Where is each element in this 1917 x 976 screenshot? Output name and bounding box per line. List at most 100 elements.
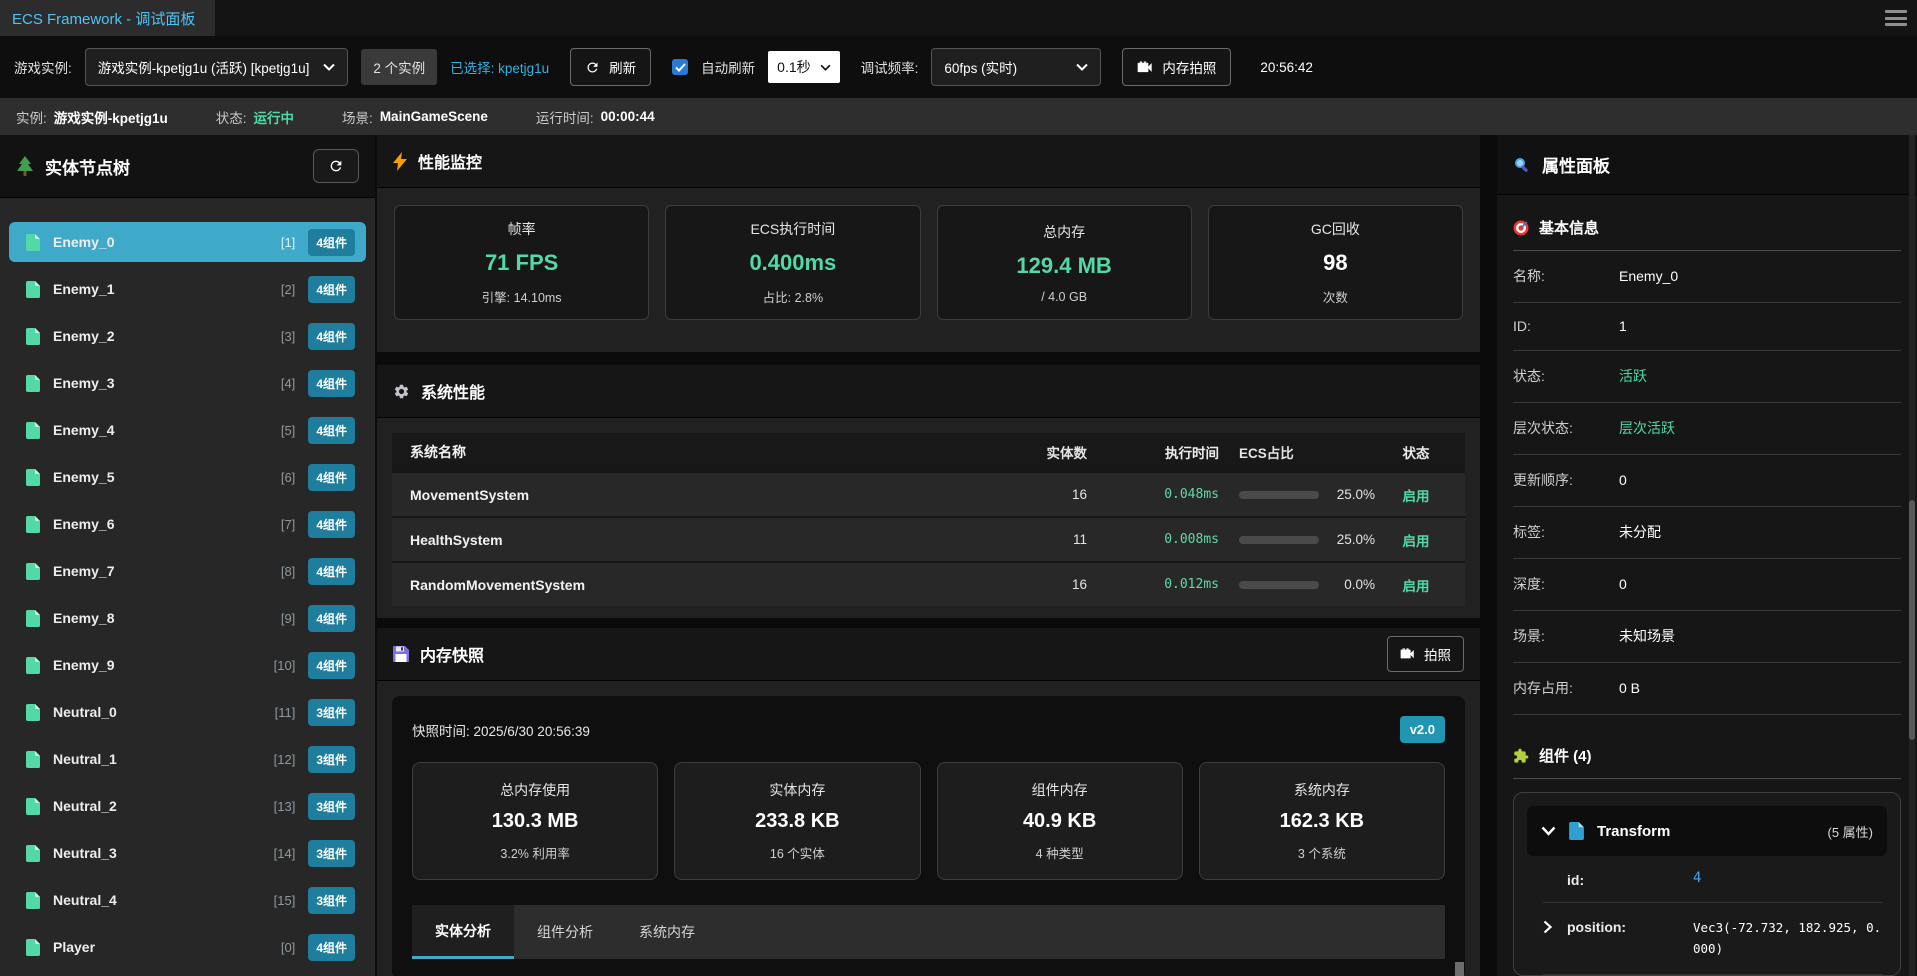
file-icon xyxy=(26,374,40,392)
component-card-header[interactable]: Transform (5 属性) xyxy=(1527,806,1887,856)
property-value: 活跃 xyxy=(1619,368,1647,384)
entity-tree-title: 实体节点树 xyxy=(45,158,130,178)
progress-bar xyxy=(1239,580,1319,589)
file-icon xyxy=(26,797,40,815)
entity-row[interactable]: Player [0] 4组件 xyxy=(9,927,366,967)
entity-row[interactable]: Enemy_4 [5] 4组件 xyxy=(9,410,366,450)
entity-name: Neutral_4 xyxy=(53,892,117,908)
memory-section-title: 内存快照 xyxy=(420,648,485,665)
entity-row[interactable]: Neutral_1 [12] 3组件 xyxy=(9,739,366,779)
property-value: 1 xyxy=(1619,318,1627,334)
component-prop-label: id: xyxy=(1567,872,1585,888)
memory-card-label: 总内存使用 xyxy=(500,782,571,798)
entity-row[interactable]: Neutral_2 [13] 3组件 xyxy=(9,786,366,826)
property-value: 0 xyxy=(1619,576,1627,592)
status-instance-value: 游戏实例-kpetjg1u xyxy=(53,110,168,126)
system-name: HealthSystem xyxy=(410,531,503,548)
property-row: 状态: 活跃 xyxy=(1513,351,1901,403)
file-icon xyxy=(26,656,40,674)
entity-name: Enemy_3 xyxy=(53,375,115,391)
system-share-percent: 25.0% xyxy=(1336,487,1375,502)
file-icon xyxy=(26,280,40,298)
title-bar: ECS Framework - 调试面板 xyxy=(0,0,1917,36)
interval-select-value: 0.1秒 xyxy=(777,59,811,75)
stat-card-sub: / 4.0 GB xyxy=(1041,289,1088,304)
performance-cards: 帧率 71 FPS 引擎: 14.10ms ECS执行时间 0.400ms 占比… xyxy=(377,188,1480,352)
analysis-tab-label: 组件分析 xyxy=(537,924,593,940)
camera-icon xyxy=(1137,61,1153,74)
entity-tree-refresh-button[interactable] xyxy=(313,149,359,183)
entity-name: Enemy_8 xyxy=(53,610,115,626)
components-header: 组件 (4) xyxy=(1513,745,1901,779)
lightning-icon xyxy=(393,151,407,171)
refresh-button[interactable]: 刷新 xyxy=(570,48,652,86)
property-row: 场景: 未知场景 xyxy=(1513,611,1901,663)
auto-refresh-label: 自动刷新 xyxy=(701,61,756,76)
component-prop-label: position: xyxy=(1567,919,1627,935)
instance-select[interactable]: 游戏实例-kpetjg1u (活跃) [kpetjg1u] xyxy=(84,48,349,86)
entity-component-badge: 4组件 xyxy=(308,510,355,538)
entity-row[interactable]: Neutral_0 [11] 3组件 xyxy=(9,692,366,732)
entity-row[interactable]: Enemy_6 [7] 4组件 xyxy=(9,504,366,544)
stat-card: GC回收 98 次数 xyxy=(1207,205,1463,320)
status-scene-label: 场景: xyxy=(342,110,373,126)
chevron-right-icon[interactable] xyxy=(1543,917,1567,934)
entity-name: Neutral_2 xyxy=(53,798,117,814)
gear-icon xyxy=(393,383,410,400)
entity-row[interactable]: Enemy_0 [1] 4组件 xyxy=(9,222,366,262)
take-snapshot-button[interactable]: 拍照 xyxy=(1387,636,1464,672)
entity-row[interactable]: Neutral_4 [15] 3组件 xyxy=(9,880,366,920)
component-prop-value: Vec3(-72.732, 182.925, 0.000) xyxy=(1693,920,1882,957)
refresh-button-label: 刷新 xyxy=(609,61,637,76)
memory-card-sub: 3 个系统 xyxy=(1297,847,1346,861)
entity-tree-panel: 实体节点树 Enemy_0 [1] 4组件 Enemy_1 [2] 4组件 En… xyxy=(0,135,375,976)
entity-row[interactable]: Enemy_2 [3] 4组件 xyxy=(9,316,366,356)
analysis-tab[interactable]: 实体分析 xyxy=(412,905,514,959)
entity-row[interactable]: Enemy_5 [6] 4组件 xyxy=(9,457,366,497)
component-prop-row-id: id: 4 xyxy=(1543,856,1883,903)
entity-component-badge: 3组件 xyxy=(308,792,355,820)
system-share-cell: 25.0% xyxy=(1239,487,1379,502)
stat-card-sub: 占比: 2.8% xyxy=(762,291,824,305)
entity-row[interactable]: Enemy_9 [10] 4组件 xyxy=(9,645,366,685)
selected-instance-text: 已选择: kpetjg1u xyxy=(450,61,550,76)
entity-row[interactable]: Enemy_3 [4] 4组件 xyxy=(9,363,366,403)
stat-card: 总内存 129.4 MB / 4.0 GB xyxy=(936,205,1192,320)
property-value: 0 B xyxy=(1619,680,1641,696)
entity-component-badge: 4组件 xyxy=(308,463,355,491)
property-value: 未分配 xyxy=(1619,524,1661,540)
basic-info-title: 基本信息 xyxy=(1539,220,1600,237)
app-title: ECS Framework - 调试面板 xyxy=(12,10,196,28)
entity-index: [7] xyxy=(280,516,296,532)
entity-name: Enemy_1 xyxy=(53,281,115,297)
property-label: 状态: xyxy=(1513,368,1545,384)
entity-row[interactable]: Neutral_3 [14] 3组件 xyxy=(9,833,366,873)
analysis-tab[interactable]: 组件分析 xyxy=(514,905,616,959)
menu-icon[interactable] xyxy=(1885,10,1907,26)
entity-row[interactable]: Enemy_8 [9] 4组件 xyxy=(9,598,366,638)
status-instance-label: 实例: xyxy=(16,110,47,126)
entity-index: [10] xyxy=(273,657,296,673)
analysis-tab-label: 实体分析 xyxy=(435,922,491,939)
status-scene: 场景: MainGameScene xyxy=(342,107,488,127)
memory-card-sub: 3.2% 利用率 xyxy=(500,847,570,861)
analysis-tab[interactable]: 系统内存 xyxy=(616,905,718,959)
file-icon xyxy=(26,562,40,580)
right-panel-scrollbar-thumb[interactable] xyxy=(1909,500,1915,740)
entity-component-badge: 4组件 xyxy=(308,651,355,679)
systems-section-header: 系统性能 xyxy=(377,365,1480,418)
main-scrollbar-thumb[interactable] xyxy=(1455,962,1464,976)
entity-row[interactable]: Enemy_7 [8] 4组件 xyxy=(9,551,366,591)
snapshot-version-badge: v2.0 xyxy=(1399,716,1445,743)
memory-card-label: 组件内存 xyxy=(1031,782,1088,798)
interval-select[interactable]: 0.1秒 xyxy=(768,51,840,83)
entity-component-badge: 4组件 xyxy=(308,228,355,256)
entity-name: Enemy_6 xyxy=(53,516,115,532)
status-state: 状态: 运行中 xyxy=(216,107,294,127)
entity-row[interactable]: Enemy_1 [2] 4组件 xyxy=(9,269,366,309)
debug-freq-select[interactable]: 60fps (实时) xyxy=(931,48,1102,86)
memory-snapshot-button[interactable]: 内存拍照 xyxy=(1122,48,1232,86)
entity-name: Neutral_0 xyxy=(53,704,117,720)
auto-refresh-checkbox[interactable] xyxy=(672,59,689,75)
entity-name: Player xyxy=(53,939,96,955)
